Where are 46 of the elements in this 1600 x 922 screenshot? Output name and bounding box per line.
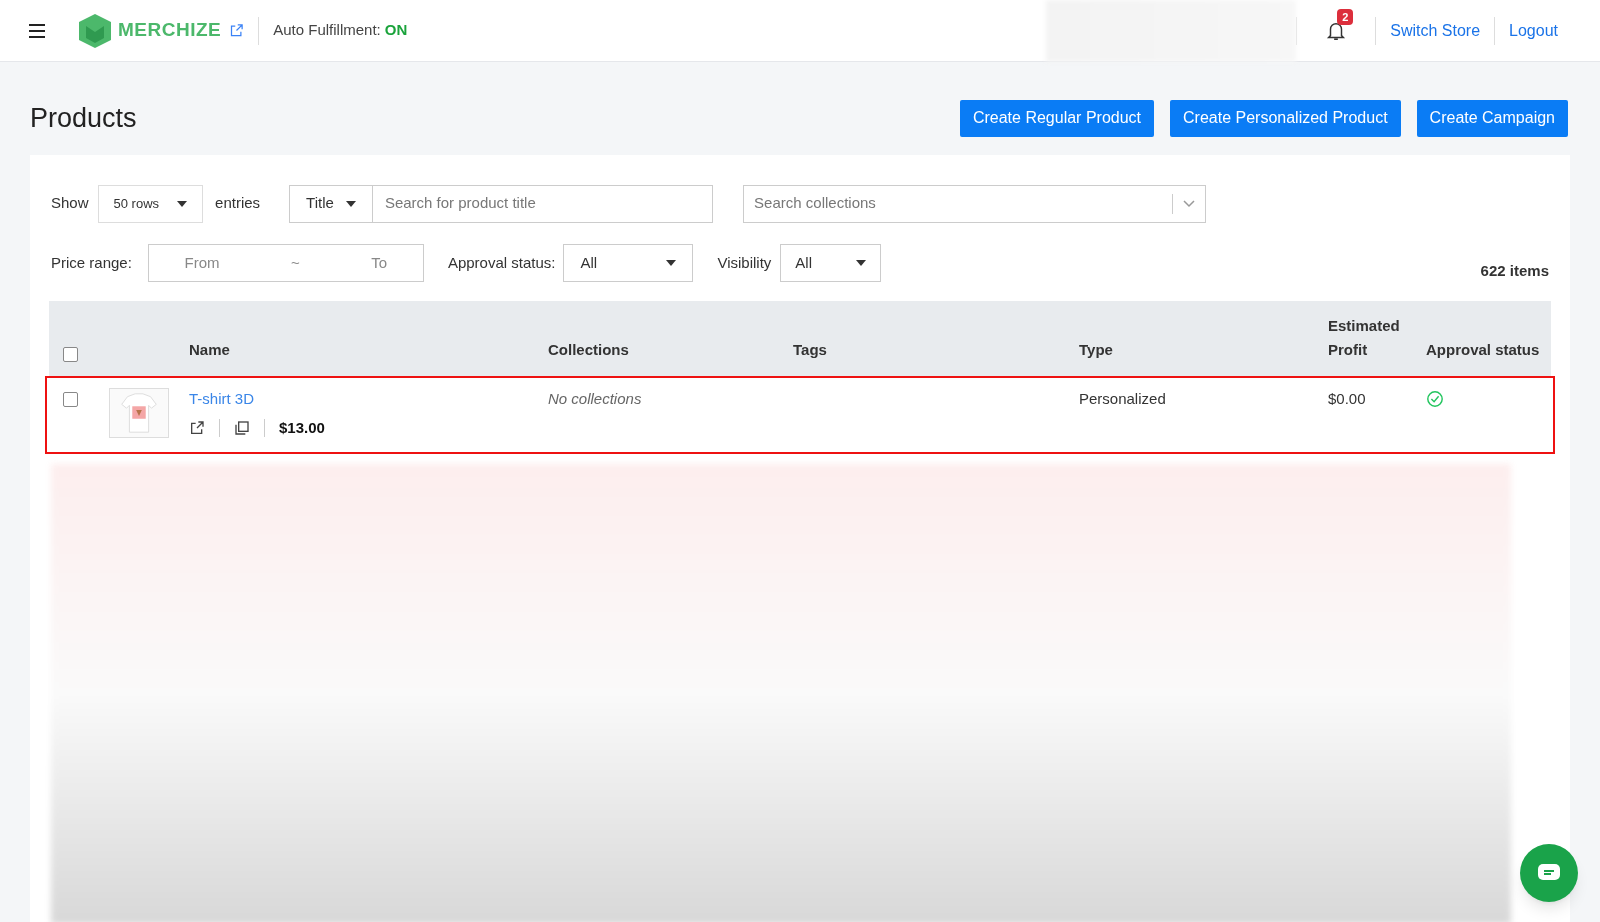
create-button[interactable]: Create Regular Product	[959, 99, 1155, 137]
column-header: Type	[1079, 340, 1114, 360]
item-count: 622 items	[1480, 260, 1549, 281]
column-header: Collections	[548, 340, 630, 360]
column-header: Approval status	[1426, 340, 1541, 360]
row-checkbox[interactable]	[63, 392, 78, 407]
menu-icon[interactable]	[28, 23, 46, 38]
entries-label: entries	[215, 193, 261, 214]
caret-icon	[345, 200, 356, 207]
external-link-icon[interactable]	[189, 419, 205, 436]
column-header: Tags	[793, 340, 828, 360]
caret-icon	[856, 259, 867, 266]
column-header: Name	[189, 340, 231, 360]
duplicate-icon[interactable]	[234, 419, 250, 436]
product-title-link[interactable]: T-shirt 3D	[189, 390, 254, 407]
approval-status-select[interactable]: All	[563, 243, 694, 282]
collections-cell-text: No collections	[548, 389, 643, 409]
header-link[interactable]: Switch Store	[1376, 18, 1495, 43]
collections-select[interactable]: Search collections	[743, 184, 1207, 223]
logo-wordmark: MERCHIZE	[118, 18, 222, 43]
product-price: $13.00	[279, 417, 325, 438]
rows-select[interactable]: 50 rows	[97, 184, 204, 223]
chat-icon	[1537, 863, 1561, 883]
column-header: Estimated Profit	[1328, 316, 1401, 360]
search-by-select[interactable]: Title	[289, 184, 373, 223]
create-button[interactable]: Create Campaign	[1416, 99, 1568, 137]
visibility-label: Visibility	[717, 252, 772, 273]
caret-icon	[666, 259, 677, 266]
search-field[interactable]: Search for product title	[372, 184, 714, 223]
approval-status-label: Approval status:	[447, 252, 556, 273]
price-range-label: Price range:	[51, 252, 132, 273]
select-all-checkbox[interactable]	[63, 347, 78, 362]
show-label: Show	[51, 193, 89, 214]
auto-fulfillment-status: ON	[384, 20, 408, 41]
chevron-down-icon	[1183, 199, 1196, 208]
cube-logo-icon	[76, 11, 114, 50]
header-link[interactable]: Logout	[1495, 18, 1572, 43]
create-button[interactable]: Create Personalized Product	[1170, 99, 1401, 137]
page-title: Products	[30, 102, 137, 135]
type-cell-text: Personalized	[1079, 389, 1167, 409]
visibility-select[interactable]: All	[780, 243, 882, 282]
profit-cell-text: $0.00	[1328, 389, 1367, 409]
auto-fulfillment-label: Auto Fulfillment:	[273, 20, 381, 41]
caret-icon	[177, 200, 188, 207]
price-range-field[interactable]: From ~ To	[147, 243, 424, 282]
notification-count: 2	[1337, 8, 1354, 25]
